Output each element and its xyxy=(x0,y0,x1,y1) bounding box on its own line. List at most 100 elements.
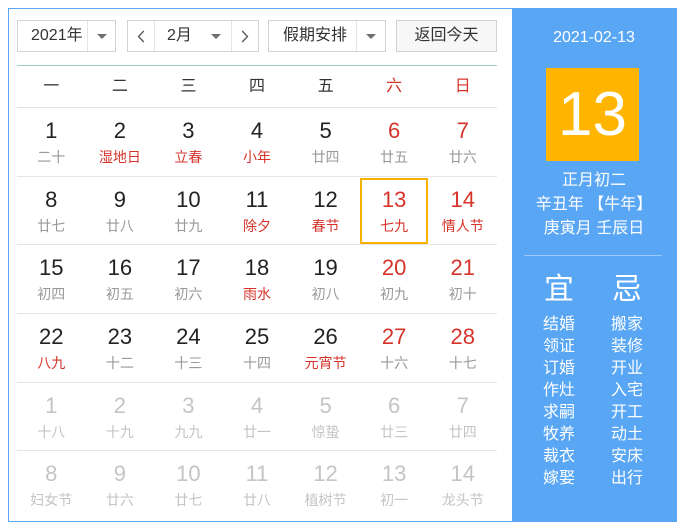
date-cell[interactable]: 8 廿七 xyxy=(17,177,86,246)
date-cell[interactable]: 3 九九 xyxy=(154,383,223,452)
solar-date: 26 xyxy=(313,323,338,349)
lunar-label: 十七 xyxy=(448,354,477,371)
date-grid: 1 二十 2 湿地日 3 立春 4 小年 5 廿四 6 廿五 7 廿六 8 廿七 9 廿八 10 廿九 11 除夕 12 春节… xyxy=(17,108,497,520)
auspicious-title: 宜 xyxy=(544,273,574,306)
solar-date: 19 xyxy=(313,255,338,281)
weekday-label: 一 xyxy=(43,78,60,95)
solar-date: 12 xyxy=(313,461,338,487)
solar-date: 24 xyxy=(176,323,201,349)
lunar-label: 廿四 xyxy=(311,149,340,165)
solar-date: 21 xyxy=(450,255,475,281)
holiday-schedule-select[interactable]: 假期安排 xyxy=(268,20,386,52)
solar-date: 8 xyxy=(45,186,58,212)
weekday-label: 六 xyxy=(386,78,403,95)
solar-date: 1 xyxy=(45,118,58,143)
date-cell[interactable]: 23 十二 xyxy=(85,314,155,383)
solar-date: 5 xyxy=(319,392,332,418)
date-cell[interactable]: 26 元宵节 xyxy=(291,314,360,383)
lunar-label: 元宵节 xyxy=(304,354,347,371)
date-cell[interactable]: 11 廿八 xyxy=(223,451,292,520)
lunar-label: 雨水 xyxy=(242,286,271,303)
month-select[interactable]: 2月 xyxy=(155,21,232,51)
date-cell[interactable]: 6 廿五 xyxy=(359,108,429,177)
inauspicious-item: 开业 xyxy=(610,360,643,377)
solar-date: 11 xyxy=(245,461,269,487)
date-cell[interactable]: 14 情人节 xyxy=(428,177,497,246)
date-cell[interactable]: 4 廿一 xyxy=(222,383,292,452)
date-cell[interactable]: 10 廿七 xyxy=(154,451,223,520)
prev-month-button[interactable] xyxy=(128,21,155,51)
solar-date: 13 xyxy=(381,461,407,487)
date-cell[interactable]: 21 初十 xyxy=(428,245,497,314)
date-cell[interactable]: 10 廿九 xyxy=(154,177,223,246)
date-cell[interactable]: 12 植树节 xyxy=(291,451,360,520)
lunar-label: 廿七 xyxy=(37,217,66,234)
auspicious-list: 结婚 领证 订婚 作灶 求嗣 牧养 裁衣 嫁娶 xyxy=(529,314,589,490)
chevron-right-icon xyxy=(241,30,249,42)
date-cell[interactable]: 7 廿四 xyxy=(428,383,497,452)
date-cell[interactable]: 12 春节 xyxy=(291,177,360,246)
date-cell[interactable]: 20 初九 xyxy=(359,245,429,314)
lunar-label: 龙头节 xyxy=(441,492,484,509)
lunar-label: 十八 xyxy=(37,423,66,440)
lunar-label: 廿一 xyxy=(242,423,271,440)
solar-date: 14 xyxy=(450,186,475,212)
lunar-label: 十三 xyxy=(174,354,203,371)
inauspicious-item: 动土 xyxy=(610,426,643,443)
month-control: 2月 xyxy=(127,20,259,52)
weekday-label: 五 xyxy=(317,78,334,95)
solar-date: 4 xyxy=(250,118,264,143)
date-cell[interactable]: 4 小年 xyxy=(222,108,292,177)
date-cell[interactable]: 19 初八 xyxy=(291,245,360,314)
lunar-label: 廿四 xyxy=(448,423,477,440)
date-cell[interactable]: 5 惊蛰 xyxy=(291,383,360,452)
date-cell[interactable]: 5 廿四 xyxy=(291,108,360,177)
weekday-label: 四 xyxy=(249,78,266,95)
date-cell[interactable]: 14 龙头节 xyxy=(428,451,497,520)
lunar-label: 十六 xyxy=(380,354,409,371)
date-cell[interactable]: 9 廿六 xyxy=(86,451,155,520)
solar-date: 3 xyxy=(182,118,195,143)
date-cell[interactable]: 25 十四 xyxy=(222,314,292,383)
date-cell[interactable]: 13 七九 xyxy=(359,177,429,246)
date-cell[interactable]: 11 除夕 xyxy=(222,177,292,246)
year-select-toggle[interactable] xyxy=(87,21,115,51)
date-cell[interactable]: 1 十八 xyxy=(17,383,86,452)
solar-date: 23 xyxy=(107,323,133,349)
date-cell[interactable]: 18 雨水 xyxy=(222,245,292,314)
date-cell[interactable]: 22 八九 xyxy=(17,314,86,383)
back-to-today-button[interactable]: 返回今天 xyxy=(396,20,497,52)
holiday-select-toggle[interactable] xyxy=(356,21,385,51)
date-cell[interactable]: 15 初四 xyxy=(17,245,86,314)
date-cell[interactable]: 1 二十 xyxy=(17,108,86,177)
date-cell[interactable]: 13 初一 xyxy=(360,451,429,520)
solar-date: 11 xyxy=(245,186,269,212)
date-cell[interactable]: 16 初五 xyxy=(85,245,155,314)
lunar-label: 十四 xyxy=(242,354,271,371)
date-cell[interactable]: 27 十六 xyxy=(359,314,429,383)
auspicious-item: 嫁娶 xyxy=(542,470,575,487)
year-select[interactable]: 2021年 xyxy=(17,20,116,52)
solar-date: 17 xyxy=(176,255,201,281)
solar-date: 22 xyxy=(39,323,64,349)
date-cell[interactable]: 9 廿八 xyxy=(85,177,155,246)
solar-date: 6 xyxy=(388,392,401,418)
solar-date: 16 xyxy=(107,255,133,281)
date-cell[interactable]: 7 廿六 xyxy=(428,108,497,177)
date-cell[interactable]: 2 十九 xyxy=(85,383,155,452)
weekday-label: 三 xyxy=(180,78,197,95)
date-cell[interactable]: 8 妇女节 xyxy=(17,451,86,520)
date-cell[interactable]: 24 十三 xyxy=(154,314,223,383)
lunar-label: 十二 xyxy=(105,354,134,371)
next-month-button[interactable] xyxy=(231,21,258,51)
date-cell[interactable]: 2 湿地日 xyxy=(85,108,155,177)
lunar-label: 初五 xyxy=(105,286,134,303)
date-cell[interactable]: 6 廿三 xyxy=(359,383,429,452)
date-cell[interactable]: 17 初六 xyxy=(154,245,223,314)
date-cell[interactable]: 28 十七 xyxy=(428,314,497,383)
date-cell[interactable]: 3 立春 xyxy=(154,108,223,177)
lunar-label: 除夕 xyxy=(242,217,271,234)
solar-date: 25 xyxy=(244,323,270,349)
auspicious-item: 订婚 xyxy=(542,360,575,377)
lunar-label: 初八 xyxy=(311,286,340,303)
